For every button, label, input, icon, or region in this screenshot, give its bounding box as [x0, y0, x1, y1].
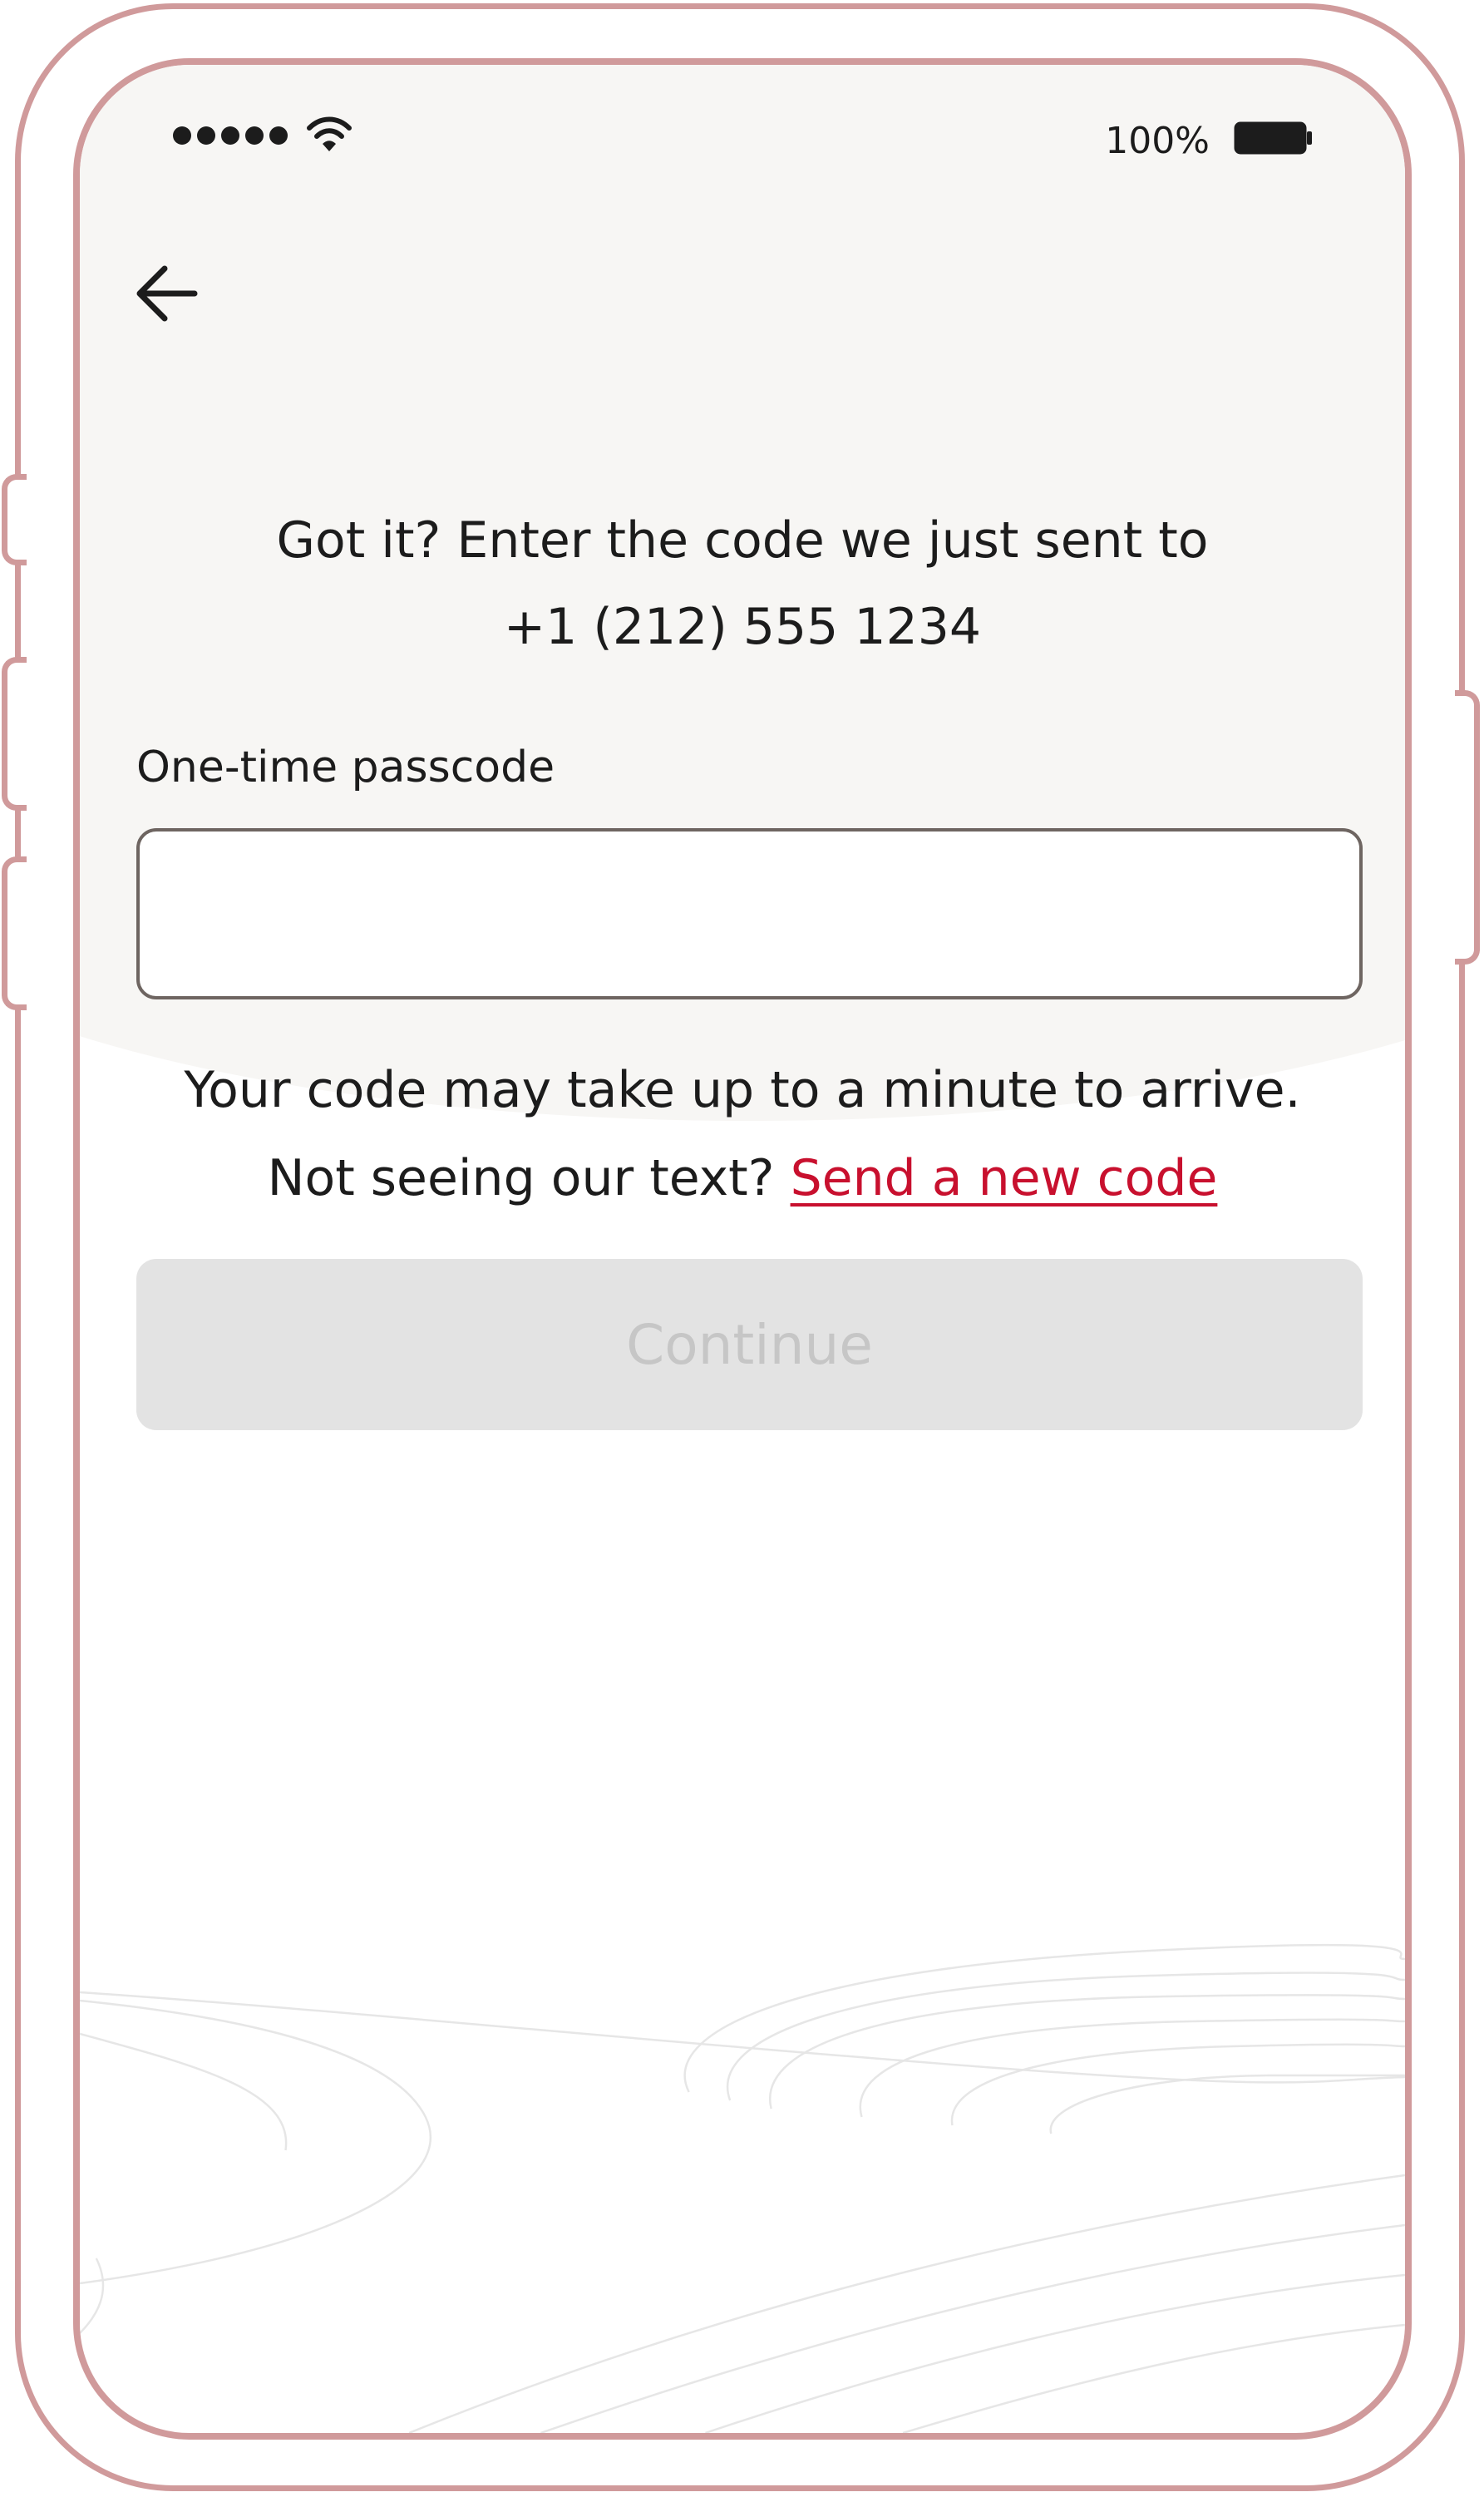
helper-prefix: Not seeing our text?: [267, 1149, 791, 1207]
title-line-1: Got it? Enter the code we just sent to: [276, 511, 1209, 570]
signal-dots-icon: [173, 126, 288, 145]
otp-input[interactable]: [136, 828, 1363, 999]
status-bar: 100%: [80, 115, 1405, 165]
continue-button[interactable]: Continue: [136, 1259, 1363, 1430]
page-title: Got it? Enter the code we just sent to +…: [80, 497, 1405, 670]
helper-line-1: Your code may take up to a minute to arr…: [184, 1061, 1301, 1119]
helper-line-2: Not seeing our text? Send a new code: [80, 1134, 1405, 1222]
battery-percent: 100%: [1105, 120, 1210, 162]
battery-icon: [1234, 121, 1312, 155]
phone-screen: 100% Got it? Enter the code we just sent…: [73, 58, 1412, 2440]
phone-number: +1 (212) 555 1234: [503, 598, 982, 656]
helper-text: Your code may take up to a minute to arr…: [80, 1046, 1405, 1222]
side-button-right: [1455, 690, 1480, 965]
side-button-top-left: [2, 474, 27, 565]
otp-field-label: One-time passcode: [136, 743, 555, 792]
send-new-code-link[interactable]: Send a new code: [791, 1149, 1218, 1207]
wifi-icon: [307, 116, 352, 151]
decorative-waves: [80, 1943, 1405, 2433]
page: 100% Got it? Enter the code we just sent…: [0, 0, 1484, 2497]
side-button-mid-left: [2, 657, 27, 811]
arrow-left-icon[interactable]: [130, 256, 205, 331]
side-button-low-left: [2, 856, 27, 1010]
